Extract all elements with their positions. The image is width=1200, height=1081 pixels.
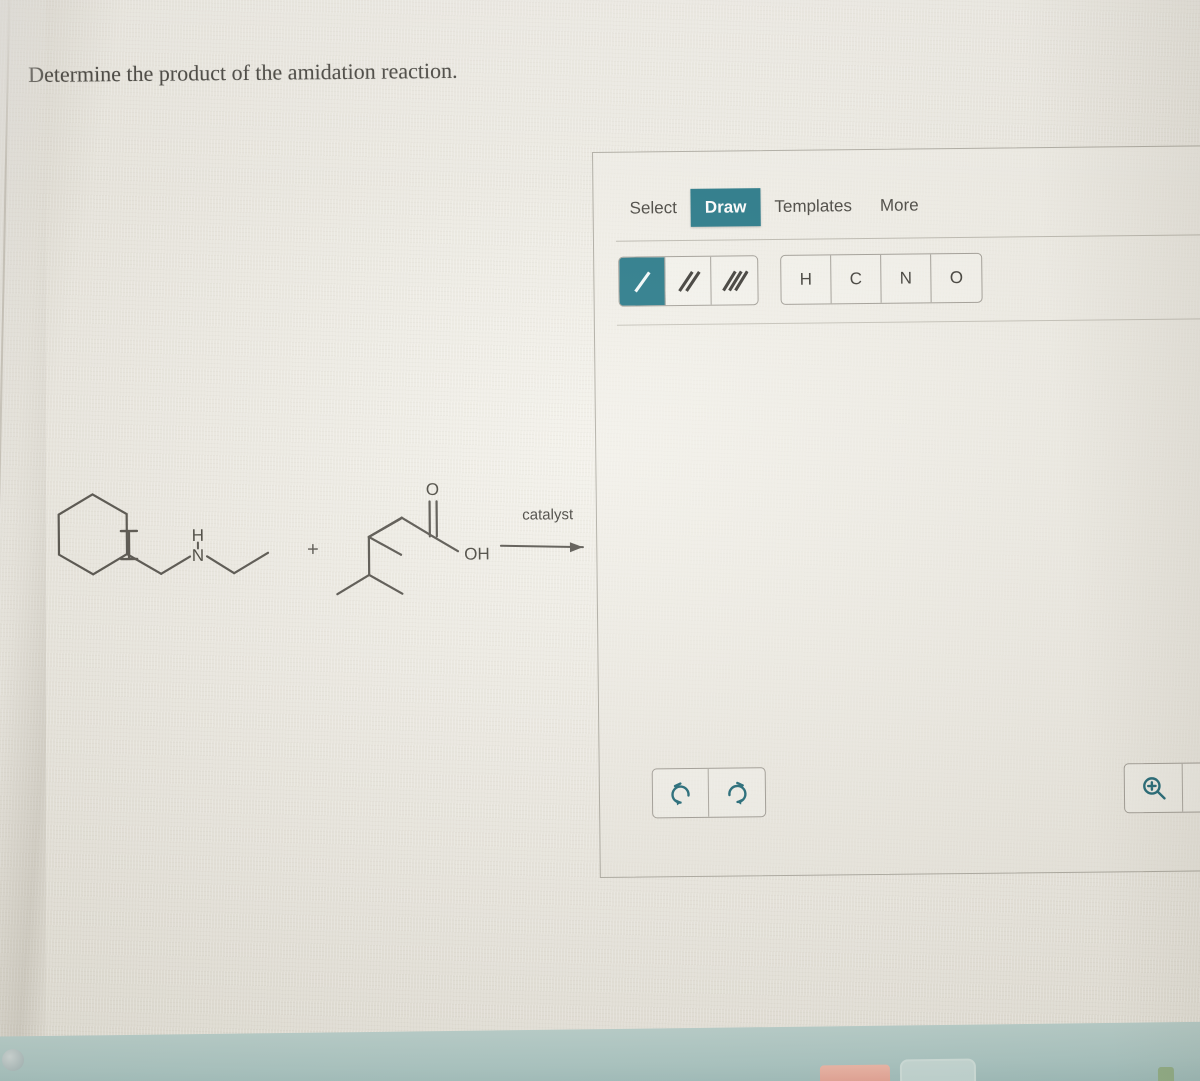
photographed-page: © Macmillan L Determine the product of t… [0,0,1200,1081]
bond-order-group [618,255,759,307]
zoom-in-button[interactable] [1124,763,1184,813]
element-button-c[interactable]: C [831,254,882,304]
zoom-in-icon [1142,777,1166,800]
desk-object-pink [819,1064,891,1081]
undo-button[interactable] [652,768,710,818]
redo-icon [728,781,747,805]
desk-object-outline [899,1058,977,1081]
reaction-scheme: N H + O OH catalyst [20,435,602,640]
page-title: Determine the product of the amidation r… [28,57,458,87]
element-group: H C N O [780,252,983,305]
undo-icon [670,782,690,806]
triple-bond-icon [722,270,749,292]
desk-object-corner [2,1049,24,1071]
tab-more[interactable]: More [866,186,933,225]
reaction-arrow: catalyst [499,506,584,553]
zoom-reset-button[interactable] [1182,763,1200,812]
tab-draw[interactable]: Draw [690,188,761,227]
editor-mode-tabs: Select Draw Templates More [615,180,1200,231]
double-bond-icon [677,270,701,292]
redo-button[interactable] [709,768,766,817]
desk-object-green [1157,1066,1175,1081]
arrow-condition-label: catalyst [522,506,574,523]
element-button-h[interactable]: H [781,255,832,304]
single-bond-icon [633,271,651,293]
drawing-canvas[interactable] [617,320,1200,767]
desk-surface [0,1021,1200,1081]
history-group [651,767,767,819]
plus-sign: + [307,539,319,561]
double-bond-button[interactable] [665,256,712,306]
single-bond-button[interactable] [619,257,666,306]
tab-select[interactable]: Select [615,189,691,228]
tab-templates[interactable]: Templates [760,187,866,226]
zoom-control-group [1123,761,1200,814]
toolbar-divider-top [615,233,1200,242]
triple-bond-button[interactable] [711,256,758,304]
reactant-2-structure: O OH [336,480,490,596]
element-button-n[interactable]: N [881,254,932,303]
reactant-1-structure: N H [57,493,270,576]
drawing-tool-row: H C N O [618,252,983,307]
hydroxyl-label: OH [464,544,490,563]
molecule-editor-panel: Select Draw Templates More Era [592,145,1200,878]
carbonyl-oxygen-label: O [426,480,439,499]
page-edge-line [0,0,11,1081]
element-button-o[interactable]: O [931,254,982,303]
